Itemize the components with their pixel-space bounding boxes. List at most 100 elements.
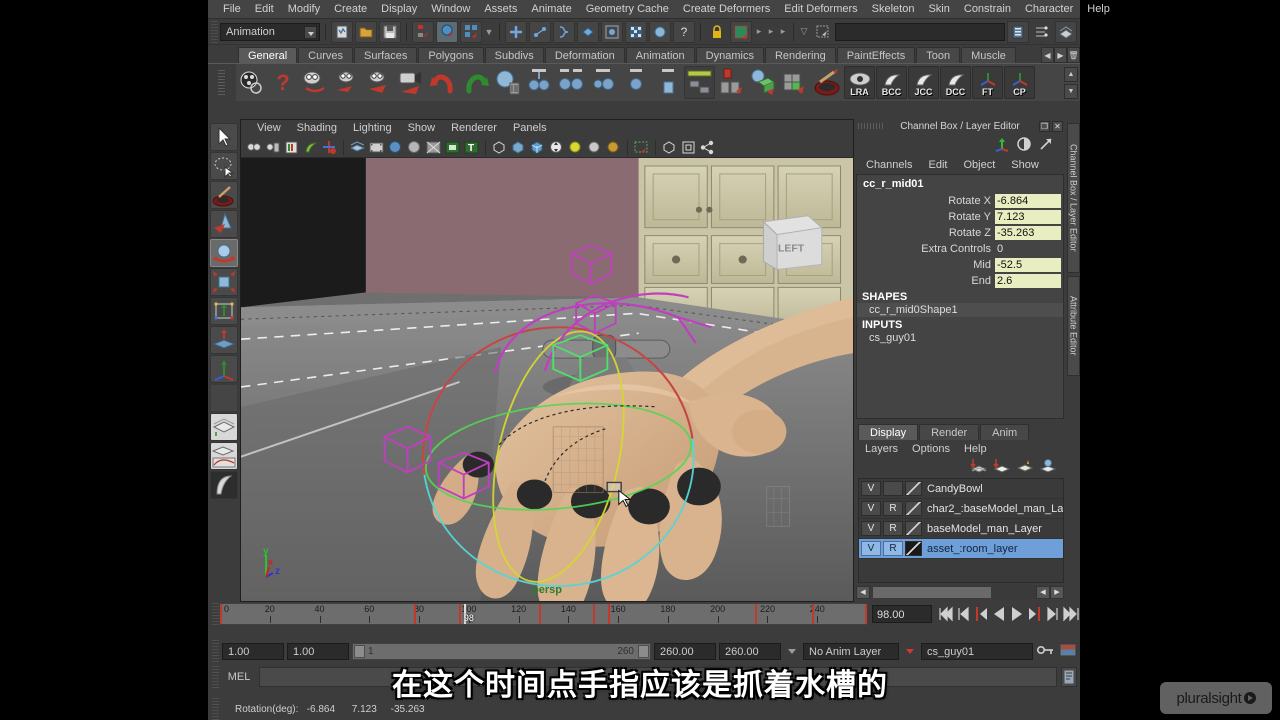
toolbar-grip[interactable] (211, 20, 218, 43)
timeline-keyframe-marker[interactable] (608, 604, 611, 624)
timeline-keyframe-marker[interactable] (538, 604, 541, 624)
timeline-keyframe-marker[interactable] (220, 604, 222, 624)
help-line-icon[interactable]: ? (268, 66, 299, 99)
layer-row-char2-basemodel[interactable]: V R char2_:baseModel_man_La (859, 499, 1064, 519)
menu-item-skin[interactable]: Skin (921, 0, 956, 19)
step-forward-button[interactable] (1044, 604, 1062, 624)
shelf-scroll-up-icon[interactable]: ▲ (1064, 67, 1078, 82)
layer-menu-help[interactable]: Help (957, 443, 994, 455)
layer-row-room-layer[interactable]: V R asset_:room_layer (859, 539, 1064, 559)
camera-attributes-icon[interactable] (264, 139, 281, 156)
paint-selection-tool-icon[interactable] (210, 181, 238, 209)
timeline-keyframe-marker[interactable] (812, 604, 815, 624)
scale-tool-icon[interactable] (210, 268, 238, 296)
construction-history-button[interactable] (601, 20, 623, 43)
shelf-tab-dynamics[interactable]: Dynamics (695, 47, 764, 63)
animation-preferences-icon[interactable] (1059, 642, 1077, 661)
constraint-orient-icon[interactable] (588, 66, 619, 99)
redo-icon[interactable] (460, 66, 491, 99)
jcc-button[interactable]: JCC (908, 66, 939, 99)
shaded-cube-icon[interactable] (510, 139, 527, 156)
play-forwards-button[interactable] (1008, 604, 1026, 624)
create-polygon-cube-icon[interactable] (748, 66, 779, 99)
timeline-keyframe-marker[interactable] (593, 604, 596, 624)
menu-item-skeleton[interactable]: Skeleton (865, 0, 922, 19)
select-by-hierarchy-button[interactable] (412, 20, 434, 43)
layer-menu-layers[interactable]: Layers (858, 443, 905, 455)
manipulator-axis-icon[interactable] (994, 136, 1010, 155)
playback-start-time-field[interactable]: 1.00 (287, 642, 349, 660)
channel-row-extra-controls[interactable]: Extra Controls 0 (857, 241, 1063, 256)
animation-start-time-field[interactable]: 1.00 (222, 642, 284, 660)
hypershade-layout-icon[interactable] (210, 471, 238, 499)
step-back-button[interactable] (954, 604, 972, 624)
selection-highlight-button[interactable] (730, 20, 752, 43)
maximize-icon[interactable]: ❐ (1039, 121, 1050, 132)
layer-playback-toggle[interactable]: R (883, 521, 903, 536)
sidetab-attribute-editor[interactable]: Attribute Editor (1066, 276, 1080, 376)
constraint-parent-icon[interactable] (524, 66, 555, 99)
current-time-field[interactable]: 98.00 (872, 605, 932, 623)
channel-box-toggle-button[interactable] (1055, 20, 1077, 43)
shelf-delete-icon[interactable]: 🗑 (1067, 47, 1080, 63)
text-display-icon[interactable]: T (463, 139, 480, 156)
layer-visibility-toggle[interactable]: V (861, 541, 881, 556)
layer-tab-display[interactable]: Display (858, 424, 919, 440)
select-tool-icon[interactable] (210, 123, 238, 151)
new-scene-button[interactable] (331, 20, 353, 43)
layer-tab-render[interactable]: Render (919, 424, 980, 440)
layer-playback-toggle[interactable] (883, 481, 903, 496)
layer-tab-anim[interactable]: Anim (980, 424, 1030, 440)
channel-row-rotate-y[interactable]: Rotate Y 7.123 (857, 209, 1063, 224)
timeline-keyframe-marker[interactable] (755, 604, 758, 624)
attr-value-field[interactable]: -35.263 (995, 225, 1061, 240)
attr-value-field[interactable]: 2.6 (995, 273, 1061, 288)
layer-name[interactable]: CandyBowl (927, 483, 983, 495)
ik-handle-icon[interactable] (716, 66, 747, 99)
go-to-start-button[interactable] (936, 604, 954, 624)
wireframe-on-shaded-icon[interactable] (491, 139, 508, 156)
viewport-menu-renderer[interactable]: Renderer (443, 120, 505, 137)
layer-playback-toggle[interactable]: R (883, 541, 903, 556)
layer-visibility-toggle[interactable]: V (861, 481, 881, 496)
default-light-icon[interactable] (567, 139, 584, 156)
layer-name[interactable]: char2_:baseModel_man_La (927, 503, 1063, 515)
shelf-tab-general[interactable]: General (238, 47, 298, 63)
channel-menu-edit[interactable]: Edit (920, 159, 955, 171)
hardware-texturing-icon[interactable] (425, 139, 442, 156)
viewport-menu-show[interactable]: Show (400, 120, 444, 137)
attribute-editor-toggle-button[interactable] (1031, 21, 1053, 43)
snap-to-view-plane-button[interactable] (577, 20, 599, 43)
delete-history-icon[interactable] (492, 66, 523, 99)
select-camera-icon[interactable] (245, 139, 262, 156)
playblast-icon[interactable] (236, 66, 267, 99)
close-icon[interactable]: ✕ (1052, 121, 1063, 132)
character-set-field[interactable]: cs_guy01 (921, 642, 1033, 660)
attr-value-field[interactable]: -6.864 (995, 193, 1061, 208)
render-globals-button[interactable] (625, 20, 647, 43)
lra-toggle-button[interactable]: LRA (844, 66, 875, 99)
smooth-mesh-icon[interactable] (780, 66, 811, 99)
layer-color-swatch[interactable] (905, 481, 922, 496)
new-layer-from-selected-icon[interactable] (969, 458, 988, 477)
hscroll-thumb[interactable] (872, 585, 992, 599)
single-pane-layout-icon[interactable] (210, 413, 238, 441)
field-arrow-3-icon[interactable]: ▸ (778, 21, 788, 43)
shelf-grip[interactable] (218, 70, 225, 96)
isolate-select-icon[interactable] (633, 139, 650, 156)
soft-modification-tool-icon[interactable] (210, 326, 238, 354)
universal-manipulator-icon[interactable] (210, 297, 238, 325)
shelf-handle-area[interactable] (208, 64, 236, 101)
new-empty-layer-icon[interactable] (992, 458, 1011, 477)
channel-row-rotate-x[interactable]: Rotate X -6.864 (857, 193, 1063, 208)
shelf-tab-toon[interactable]: Toon (916, 47, 961, 63)
play-backwards-button[interactable] (990, 604, 1008, 624)
timeline-keyframe-marker[interactable] (414, 604, 417, 624)
render-current-frame-button[interactable] (649, 20, 671, 43)
layer-row-basemodel-man[interactable]: V R baseModel_man_Layer (859, 519, 1064, 539)
dcc-button[interactable]: DCC (940, 66, 971, 99)
shelf-scroll-controls[interactable]: ▲ ▼ (1064, 67, 1078, 99)
select-by-component-type-button[interactable] (460, 20, 482, 43)
range-slider-grip[interactable] (212, 640, 219, 662)
menu-item-animate[interactable]: Animate (524, 0, 578, 19)
